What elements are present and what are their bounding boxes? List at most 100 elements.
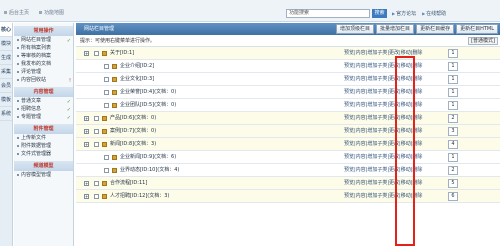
row-actions[interactable]: 预览|内容|增加子类|更改|移动|删除 — [344, 177, 422, 190]
sidebar-section-title[interactable]: 频道模型 — [14, 161, 73, 171]
sort-order-input[interactable]: 1 — [448, 101, 458, 110]
row-actions[interactable]: 预览|内容|增加子类|更改|移动|删除 — [344, 125, 422, 138]
sidebar-item[interactable]: 普通文章 ✓ — [14, 97, 73, 105]
help-link[interactable]: 在线帮助 — [422, 10, 446, 17]
sort-order-input[interactable]: 1 — [448, 49, 458, 58]
row-checkbox[interactable] — [104, 64, 109, 69]
category-title[interactable]: 企业团队[ID:5](文档：0) — [120, 99, 176, 112]
sidebar-item[interactable]: 内容模型管理 — [14, 171, 73, 179]
row-actions[interactable]: 预览|内容|增加子类|更改|移动|删除 — [344, 112, 422, 125]
category-title[interactable]: 企业新闻[ID:9](文档：6) — [120, 151, 176, 164]
left-tab[interactable]: 模板 — [0, 93, 12, 107]
row-actions[interactable]: 预览|内容|增加子类|更改|移动|删除 — [344, 190, 422, 203]
sort-order-input[interactable]: 4 — [448, 140, 458, 149]
table-row: + 案例[ID:7](文档：0) 预览|内容|增加子类|更改|移动|删除 3 — [76, 125, 500, 138]
row-actions[interactable]: 预览|内容|增加子类|更改|移动|删除 — [344, 73, 422, 86]
category-title[interactable]: 企业荣誉[ID:4](文档：0) — [120, 86, 176, 99]
row-checkbox[interactable] — [104, 168, 109, 173]
category-title[interactable]: 产品[ID:6](文档：0) — [110, 112, 156, 125]
row-checkbox[interactable] — [94, 116, 99, 121]
sort-order-input[interactable]: 1 — [448, 75, 458, 84]
row-checkbox[interactable] — [94, 129, 99, 134]
expand-toggle-icon[interactable]: + — [84, 181, 89, 186]
category-title[interactable]: 人才招聘[ID:12](文档：3) — [110, 190, 169, 203]
sort-order-input[interactable]: 1 — [448, 62, 458, 71]
forum-link[interactable]: 官方论坛 — [392, 10, 416, 17]
sidebar-item[interactable]: 专题管理 ✓ — [14, 113, 73, 121]
category-title[interactable]: 合作流程[ID:11] — [110, 177, 147, 190]
row-checkbox[interactable] — [94, 142, 99, 147]
sidebar-item-label: 所有档案列表 — [21, 45, 52, 51]
row-actions[interactable]: 预览|内容|增加子类|更改|移动|删除 — [344, 60, 422, 73]
update-cache-button[interactable]: 更新栏目缓存 — [416, 24, 455, 34]
row-actions[interactable]: 预览|内容|增加子类|更改|移动|删除 — [344, 138, 422, 151]
sort-order-input[interactable]: 2 — [448, 166, 458, 175]
row-actions[interactable]: 预览|内容|增加子类|更改|移动|删除 — [344, 99, 422, 112]
row-checkbox[interactable] — [104, 103, 109, 108]
add-top-category-button[interactable]: 增加顶级栏目 — [336, 24, 375, 34]
category-title[interactable]: 企业文化[ID:3] — [120, 73, 154, 86]
batch-add-button[interactable]: 批量增加栏目 — [376, 24, 415, 34]
category-title[interactable]: 新闻[ID:8](文档：3) — [110, 138, 156, 151]
sidebar-item[interactable]: 附件数据管理 — [14, 142, 73, 150]
sort-order-input[interactable]: 6 — [448, 192, 458, 201]
sidebar-item[interactable]: 招聘信息 ✓ — [14, 105, 73, 113]
expand-toggle-icon[interactable]: + — [84, 194, 89, 199]
table-row: + 新闻[ID:8](文档：3) 预览|内容|增加子类|更改|移动|删除 4 — [76, 138, 500, 151]
row-checkbox[interactable] — [94, 194, 99, 199]
table-row: 企业新闻[ID:9](文档：6) 预览|内容|增加子类|更改|移动|删除 1 — [76, 151, 500, 164]
search-input[interactable]: 功能搜索 — [286, 9, 370, 18]
header-buttons: 增加顶级栏目 批量增加栏目 更新栏目缓存 更新栏目HTML — [336, 24, 498, 34]
sidebar-item[interactable]: 内容回收站! — [14, 76, 73, 84]
top-nav-home[interactable]: 后台主页 — [4, 9, 29, 16]
expand-toggle-icon[interactable]: + — [84, 142, 89, 147]
sidebar-item[interactable]: 网站栏目管理 ✓ — [14, 36, 73, 44]
sort-order-input[interactable]: 1 — [448, 153, 458, 162]
category-title[interactable]: 关于[ID:1] — [110, 47, 134, 60]
category-title[interactable]: 业界动态[ID:10](文档：4) — [120, 164, 179, 177]
expand-toggle-icon[interactable]: + — [84, 51, 89, 56]
sidebar-item[interactable]: 我发布的文档 — [14, 60, 73, 68]
row-checkbox[interactable] — [104, 77, 109, 82]
sidebar-item[interactable]: 等审核的档案 — [14, 52, 73, 60]
sidebar-item[interactable]: 上传新文件 — [14, 134, 73, 142]
sort-order-input[interactable]: 3 — [448, 127, 458, 136]
sort-order-input[interactable]: 2 — [448, 114, 458, 123]
sidebar-item-label: 招聘信息 — [21, 106, 42, 112]
row-checkbox[interactable] — [104, 90, 109, 95]
row-actions[interactable]: 预览|内容|增加子类|更改|移动|删除 — [344, 164, 422, 177]
row-actions[interactable]: 预览|内容|增加子类|更改|移动|删除 — [344, 151, 422, 164]
row-checkbox[interactable] — [94, 51, 99, 56]
tip-row: 提示：可使用右键菜单进行操作。 [普通模式] — [76, 35, 500, 47]
sort-order-input[interactable]: 1 — [448, 88, 458, 97]
expand-toggle-icon[interactable]: + — [84, 116, 89, 121]
category-title[interactable]: 企业介绍[ID:2] — [120, 60, 154, 73]
sidebar-section-title[interactable]: 附件管理 — [14, 124, 73, 134]
left-tab[interactable]: 会员 — [0, 79, 12, 93]
expand-toggle-icon[interactable]: + — [84, 129, 89, 134]
left-tab[interactable]: 模块 — [0, 37, 12, 51]
row-actions[interactable]: 预览|内容|增加子类|更改|移动|删除 — [344, 47, 422, 60]
sidebar-item[interactable]: 所有档案列表 — [14, 44, 73, 52]
sidebar-item[interactable]: 评论管理 — [14, 68, 73, 76]
category-title[interactable]: 案例[ID:7](文档：0) — [110, 125, 156, 138]
table-row: + 人才招聘[ID:12](文档：3) 预览|内容|增加子类|更改|移动|删除 6 — [76, 190, 500, 203]
top-nav-map[interactable]: 功能地图 — [39, 9, 64, 16]
row-checkbox[interactable] — [104, 155, 109, 160]
sort-order-input[interactable]: 5 — [448, 179, 458, 188]
tip-text: 提示：可使用右键菜单进行操作。 — [80, 38, 156, 44]
search-button[interactable]: 搜索 — [372, 9, 387, 18]
sidebar-section-title[interactable]: 常用操作 — [14, 26, 73, 36]
left-tab[interactable]: 核心 — [0, 23, 12, 37]
sidebar-section-title[interactable]: 内容管理 — [14, 87, 73, 97]
left-tab[interactable]: 采集 — [0, 65, 12, 79]
folder-icon — [112, 77, 117, 82]
folder-icon — [112, 90, 117, 95]
left-tab[interactable]: 系统 — [0, 107, 12, 121]
row-checkbox[interactable] — [94, 181, 99, 186]
sidebar-item[interactable]: 文件式管理器 — [14, 150, 73, 158]
left-tab[interactable]: 生成 — [0, 51, 12, 65]
row-actions[interactable]: 预览|内容|增加子类|更改|移动|删除 — [344, 86, 422, 99]
update-html-button[interactable]: 更新栏目HTML — [456, 24, 498, 34]
mode-button[interactable]: [普通模式] — [468, 37, 498, 45]
